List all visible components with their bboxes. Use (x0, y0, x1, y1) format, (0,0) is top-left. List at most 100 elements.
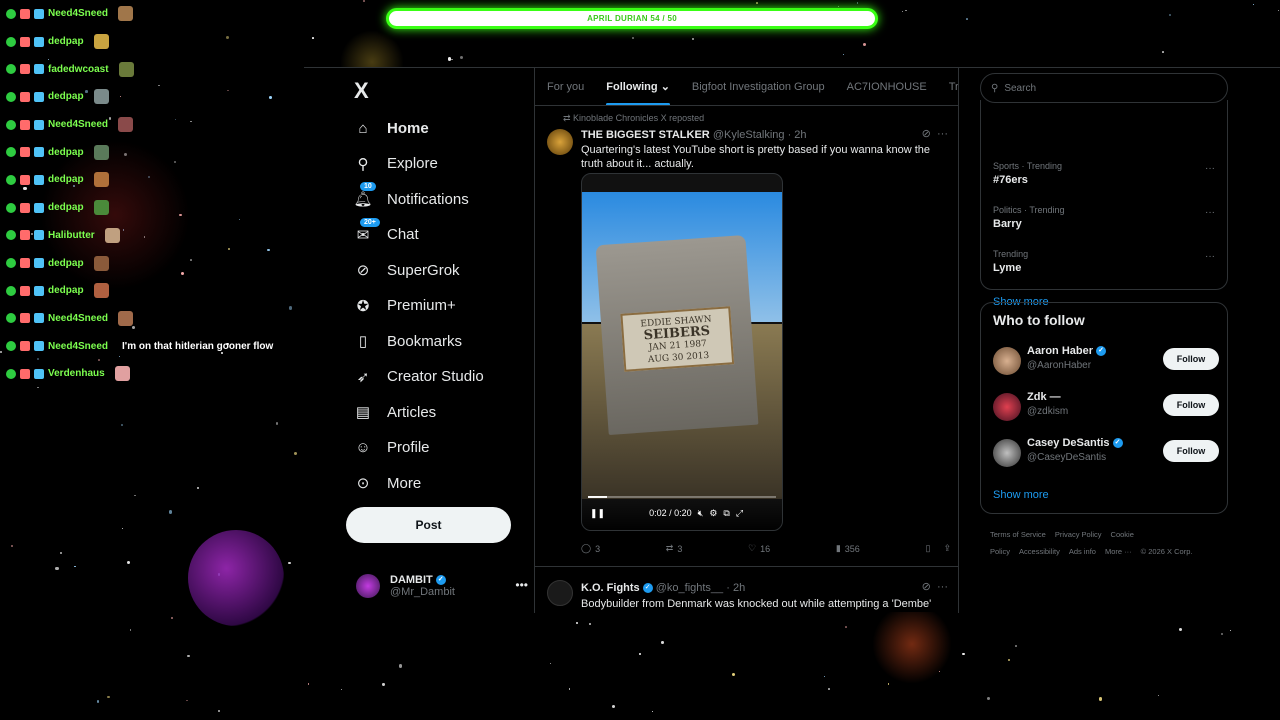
tab-ac7ionhouse[interactable]: AC7IONHOUSE (847, 68, 927, 105)
like-button[interactable]: ♡ 16 (748, 543, 770, 554)
pip-icon[interactable]: ⧉ (723, 508, 729, 519)
sidebar-item-chat[interactable]: ✉ 20+ Chat (354, 217, 419, 250)
star (129, 629, 132, 631)
grok-icon: ⊘ (356, 262, 370, 279)
sidebar-item-home[interactable]: ⌂ Home (354, 113, 428, 143)
follow-suggestion[interactable]: Aaron Haber ✓ @AaronHaber Follow (993, 345, 1219, 379)
search-input[interactable]: ⚲ Search (980, 73, 1228, 103)
tab-for-you[interactable]: For you (547, 68, 584, 105)
star (10, 544, 13, 547)
chat-username: dedpap (48, 285, 84, 297)
sidebar-item-creator-studio[interactable]: ➶ Creator Studio (354, 362, 484, 392)
trend-item[interactable]: Politics · Trending Barry (993, 205, 1065, 230)
avatar[interactable] (993, 393, 1021, 421)
x-logo[interactable]: X (354, 78, 369, 104)
follow-show-more-link[interactable]: Show more (993, 489, 1049, 501)
sidebar-item-supergrok[interactable]: ⊘ SuperGrok (354, 255, 460, 285)
follow-suggestion[interactable]: Zdk — @zdkism Follow (993, 391, 1219, 425)
tweet-author-name[interactable]: THE BIGGEST STALKER (581, 129, 710, 141)
share-icon[interactable]: ⇪ (943, 543, 951, 554)
more-dots-icon[interactable]: ··· (1205, 163, 1215, 174)
sidebar-item-more[interactable]: ⊙ More (354, 468, 421, 498)
pause-icon[interactable]: ❚❚ (590, 508, 605, 519)
tweet-author-handle[interactable]: @ko_fights__ (656, 582, 723, 594)
video-player[interactable]: EDDIE SHAWN SEIBERS JAN 21 1987 AUG 30 2… (581, 173, 783, 531)
fullscreen-icon[interactable]: ⤢ (736, 508, 743, 519)
more-dots-icon[interactable]: ··· (937, 581, 948, 593)
footer-link[interactable]: © 2026 X Corp. (1141, 547, 1193, 556)
more-dots-icon[interactable]: ··· (1205, 207, 1215, 218)
badge-icon (34, 119, 44, 130)
trend-item[interactable]: Trending Lyme (993, 249, 1028, 274)
tab-tr[interactable]: Tr (949, 68, 958, 105)
badge-icon (20, 285, 30, 296)
tab-following[interactable]: Following ⌄ (606, 68, 670, 105)
more-dots-icon[interactable]: ••• (515, 578, 528, 592)
follow-button[interactable]: Follow (1163, 440, 1219, 462)
chat-username: Halibutter (48, 229, 95, 241)
post-button[interactable]: Post (346, 507, 511, 543)
tweet[interactable]: K.O. Fights ✓ @ko_fights__ · 2h ⊘ ··· Bod… (535, 568, 958, 613)
reply-button[interactable]: ◯ 3 (581, 543, 600, 554)
sidebar-item-notifications[interactable]: 🔔︎ 10 Notifications (353, 182, 469, 214)
repost-button[interactable]: ⇄ 3 (666, 543, 683, 554)
avatar[interactable] (547, 129, 573, 155)
follow-suggestion[interactable]: Casey DeSantis ✓ @CaseyDeSantis Follow (993, 437, 1219, 471)
badge-icon (20, 36, 30, 47)
badge-icon (20, 64, 30, 75)
sidebar-item-articles[interactable]: ▤ Articles (354, 397, 436, 427)
chat-message: fadedwcoast (6, 55, 296, 83)
sidebar-item-bookmarks[interactable]: ▯ Bookmarks (354, 326, 462, 356)
footer-link[interactable]: Accessibility (1019, 547, 1060, 556)
footer-link[interactable]: Ads info (1069, 547, 1096, 556)
tweet-author-name[interactable]: K.O. Fights (581, 582, 640, 594)
star (1169, 13, 1172, 16)
tweet[interactable]: ⇄ Kinoblade Chronicles X reposted THE BI… (535, 107, 958, 567)
badge-icon (6, 258, 16, 269)
chat-username: dedpap (48, 36, 84, 48)
footer-link[interactable]: Privacy Policy (1055, 530, 1102, 539)
sidebar-item-explore[interactable]: ⚲ Explore (354, 149, 438, 179)
badge-icon (34, 368, 44, 379)
chat-message: Need4Sneed I'm on that hitlerian gooner f… (6, 332, 296, 360)
trend-item[interactable]: Sports · Trending #76ers (993, 161, 1062, 186)
footer-link[interactable]: Terms of Service (990, 530, 1046, 539)
home-icon: ⌂ (358, 119, 368, 137)
badge-icon (34, 8, 44, 19)
follow-button[interactable]: Follow (1163, 394, 1219, 416)
badge-icon (20, 91, 30, 102)
grok-icon[interactable]: ⊘ (922, 581, 931, 593)
avatar[interactable] (547, 580, 573, 606)
avatar[interactable] (993, 347, 1021, 375)
search-placeholder: Search (1004, 82, 1037, 94)
sidebar-item-profile[interactable]: ☺ Profile (354, 433, 429, 463)
tab-bigfoot-investigation-group[interactable]: Bigfoot Investigation Group (692, 68, 825, 105)
footer-link[interactable]: More ··· (1105, 547, 1132, 556)
timeline-tabs: For you Following ⌄ Bigfoot Investigation … (535, 68, 958, 106)
account-switcher[interactable]: DAMBIT ✓ @Mr_Dambit ••• (356, 574, 528, 598)
grok-icon[interactable]: ⊘ (922, 128, 931, 140)
follow-button[interactable]: Follow (1163, 348, 1219, 370)
more-dots-icon[interactable]: ··· (937, 128, 948, 140)
mute-icon[interactable]: 🔇︎ (698, 508, 704, 519)
headstone-plaque: EDDIE SHAWN SEIBERS JAN 21 1987 AUG 30 2… (620, 306, 735, 372)
tweet-author-handle[interactable]: @KyleStalking (713, 129, 785, 141)
badge-icon (34, 202, 44, 213)
trend-category: Trending (993, 249, 1029, 259)
more-dots-icon[interactable]: ··· (1205, 251, 1215, 262)
search-icon: ⚲ (357, 155, 369, 173)
settings-icon[interactable]: ⚙︎ (709, 508, 717, 519)
bookmark-icon[interactable]: ▯ (925, 543, 930, 554)
emote-icon (93, 172, 109, 188)
views-button[interactable]: ▮ 356 (836, 543, 860, 554)
chat-icon: ✉ 20+ (354, 217, 380, 244)
heart-icon: ♡ (748, 543, 757, 553)
star (905, 9, 907, 12)
badge-icon (6, 36, 16, 47)
sidebar-item-premium[interactable]: ✪ Premium+ (354, 291, 456, 321)
avatar[interactable] (993, 439, 1021, 467)
badge-icon (34, 174, 44, 185)
profile-icon: ☺ (355, 439, 371, 456)
sidebar-item-label: Bookmarks (387, 332, 463, 350)
star (171, 616, 174, 619)
